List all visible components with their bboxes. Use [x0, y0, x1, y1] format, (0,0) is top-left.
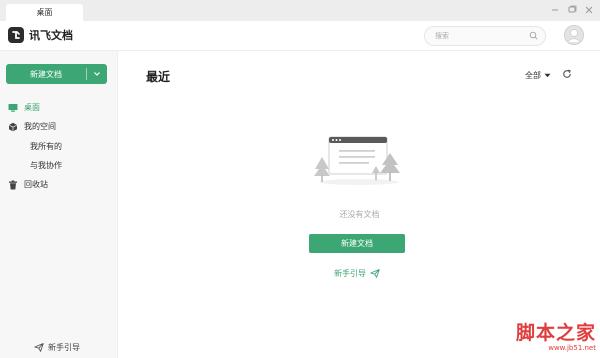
sidebar-guide-link[interactable]: 新手引导	[34, 342, 80, 353]
sidebar-subitem-label: 我所有的	[30, 141, 62, 151]
close-icon	[585, 6, 593, 13]
minimize-button[interactable]	[550, 4, 560, 15]
guide-label: 新手引导	[48, 343, 80, 352]
watermark-url: www.jb51.net	[548, 344, 596, 352]
app-logo[interactable]: 讯飞文档	[8, 27, 73, 43]
caret-down-icon	[544, 73, 551, 78]
search-box[interactable]	[424, 26, 546, 46]
page-title: 最近	[146, 70, 171, 84]
avatar[interactable]	[564, 25, 584, 45]
send-icon	[34, 343, 44, 352]
empty-state-text: 还没有文档	[339, 210, 380, 219]
app-header: 讯飞文档	[0, 21, 600, 51]
sidebar: 新建文档 桌面 我的空间 我所有的 与我协作 回收站 新手引导	[0, 51, 118, 358]
sidebar-subitem-all-mine[interactable]: 我所有的	[30, 139, 62, 153]
new-document-button[interactable]: 新建文档	[6, 64, 86, 84]
sidebar-item-label: 桌面	[24, 103, 40, 112]
maximize-button[interactable]	[567, 4, 577, 15]
sidebar-item-label: 我的空间	[24, 122, 56, 131]
refresh-button[interactable]	[562, 69, 572, 82]
trash-icon	[8, 180, 18, 190]
main-content: 最近 全部 还没有文档 新建文档 新手引导	[119, 51, 600, 358]
guide-link-label: 新手引导	[334, 269, 366, 278]
sidebar-item-label: 回收站	[24, 180, 48, 189]
filter-dropdown[interactable]: 全部	[525, 70, 551, 81]
logo-icon	[8, 27, 24, 43]
new-document-dropdown[interactable]	[87, 64, 107, 84]
sidebar-item-my-space[interactable]: 我的空间	[0, 118, 118, 135]
app-name: 讯飞文档	[29, 29, 73, 42]
watermark: 脚本之家 www.jb51.net	[498, 323, 596, 352]
tab-label: 桌面	[36, 8, 53, 17]
sidebar-item-recycle-bin[interactable]: 回收站	[0, 176, 118, 193]
search-icon[interactable]	[529, 31, 538, 43]
new-document-main-button[interactable]: 新建文档	[309, 234, 405, 253]
filter-label: 全部	[525, 71, 541, 80]
new-document-main-label: 新建文档	[341, 239, 373, 248]
sidebar-subitem-collaborations[interactable]: 与我协作	[30, 158, 62, 172]
minimize-icon	[552, 9, 558, 10]
restore-icon	[568, 5, 576, 13]
sidebar-item-desktop[interactable]: 桌面	[0, 99, 118, 116]
chevron-down-icon	[94, 72, 100, 76]
title-bar: 桌面	[0, 0, 600, 21]
send-icon	[370, 269, 380, 278]
desktop-icon	[8, 103, 18, 113]
tab-desktop[interactable]: 桌面	[6, 4, 83, 21]
new-document-label: 新建文档	[30, 69, 62, 79]
close-button[interactable]	[584, 4, 594, 15]
watermark-text: 脚本之家	[515, 322, 596, 344]
empty-state-illustration	[314, 135, 404, 190]
refresh-icon	[563, 69, 571, 78]
window-controls	[550, 4, 594, 15]
cube-icon	[8, 122, 18, 132]
guide-link[interactable]: 新手引导	[334, 268, 380, 279]
search-input[interactable]	[435, 29, 525, 43]
new-document-split-button: 新建文档	[6, 64, 107, 84]
sidebar-subitem-label: 与我协作	[30, 160, 62, 170]
